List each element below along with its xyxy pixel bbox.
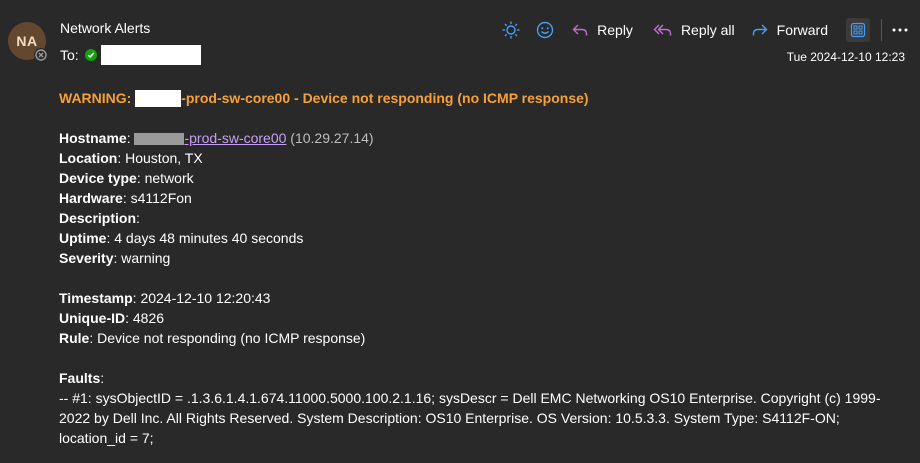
unique-id-row: Unique-ID: 4826 <box>59 310 165 326</box>
message-body: WARNING: -prod-sw-core00 - Device not re… <box>59 88 906 448</box>
hostname-label: Hostname <box>59 130 127 146</box>
subject-suffix: -prod-sw-core00 - Device not responding … <box>181 90 589 106</box>
hardware-label: Hardware <box>59 190 123 206</box>
rule-value: Device not responding (no ICMP response) <box>97 330 366 346</box>
faults-label: Faults <box>59 370 101 386</box>
recipients-row: To: <box>60 45 201 65</box>
hardware-row: Hardware: s4112Fon <box>59 190 192 206</box>
hostname-suffix: -prod-sw-core00 <box>184 130 287 146</box>
rule-label: Rule <box>59 330 90 346</box>
reply-all-icon <box>653 24 672 36</box>
uptime-row: Uptime: 4 days 48 minutes 40 seconds <box>59 230 304 246</box>
device-type-value: network <box>144 170 194 186</box>
device-type-row: Device type: network <box>59 170 194 186</box>
message-toolbar: Reply Reply all Forward <box>501 18 920 42</box>
hostname-link[interactable]: -prod-sw-core00 <box>134 130 286 146</box>
sender-name[interactable]: Network Alerts <box>60 20 150 36</box>
verified-check-icon <box>84 49 97 61</box>
timestamp-value: 2024-12-10 12:20:43 <box>140 290 271 306</box>
location-label: Location <box>59 150 118 166</box>
hostname-redacted <box>134 133 185 146</box>
faults-row: Faults: <box>59 370 105 386</box>
hostname-row: Hostname: -prod-sw-core00 (10.29.27.14) <box>59 130 374 146</box>
apps-icon[interactable] <box>846 18 870 42</box>
unique-id-label: Unique-ID <box>59 310 126 326</box>
timestamp-row: Timestamp: 2024-12-10 12:20:43 <box>59 290 271 306</box>
hostname-ip: (10.29.27.14) <box>290 130 374 146</box>
unique-id-value: 4826 <box>132 310 165 326</box>
uptime-value: 4 days 48 minutes 40 seconds <box>114 230 304 246</box>
subject-redacted <box>135 89 182 107</box>
forward-icon <box>752 24 768 36</box>
toolbar-divider <box>881 19 882 41</box>
location-row: Location: Houston, TX <box>59 150 203 166</box>
hardware-value: s4112Fon <box>130 190 192 206</box>
reply-button[interactable]: Reply <box>571 21 633 39</box>
faults-text: -- #1: sysObjectID = .1.3.6.1.4.1.674.11… <box>59 390 881 446</box>
timestamp-label: Timestamp <box>59 290 133 306</box>
reply-all-label: Reply all <box>680 22 735 38</box>
location-value: Houston, TX <box>125 150 203 166</box>
description-label: Description <box>59 210 137 226</box>
reply-all-button[interactable]: Reply all <box>653 21 735 39</box>
reply-label: Reply <box>597 22 633 38</box>
message-date: Tue 2024-12-10 12:23 <box>786 50 905 64</box>
presence-icon <box>34 48 48 62</box>
alert-subject: WARNING: -prod-sw-core00 - Device not re… <box>59 88 906 108</box>
uptime-label: Uptime <box>59 230 107 246</box>
forward-button[interactable]: Forward <box>751 21 828 39</box>
more-icon[interactable] <box>886 18 914 42</box>
rule-row: Rule: Device not responding (no ICMP res… <box>59 330 366 346</box>
device-type-label: Device type <box>59 170 137 186</box>
recipient-redacted[interactable] <box>100 45 201 65</box>
emoji-icon[interactable] <box>535 20 555 40</box>
severity-value: warning <box>121 250 171 266</box>
severity-row: Severity: warning <box>59 250 171 266</box>
reply-icon <box>572 24 588 36</box>
brightness-icon[interactable] <box>501 20 521 40</box>
forward-label: Forward <box>776 22 828 38</box>
description-row: Description: <box>59 210 140 226</box>
subject-prefix: WARNING: <box>59 90 136 106</box>
to-label: To: <box>60 47 79 63</box>
severity-label: Severity <box>59 250 114 266</box>
